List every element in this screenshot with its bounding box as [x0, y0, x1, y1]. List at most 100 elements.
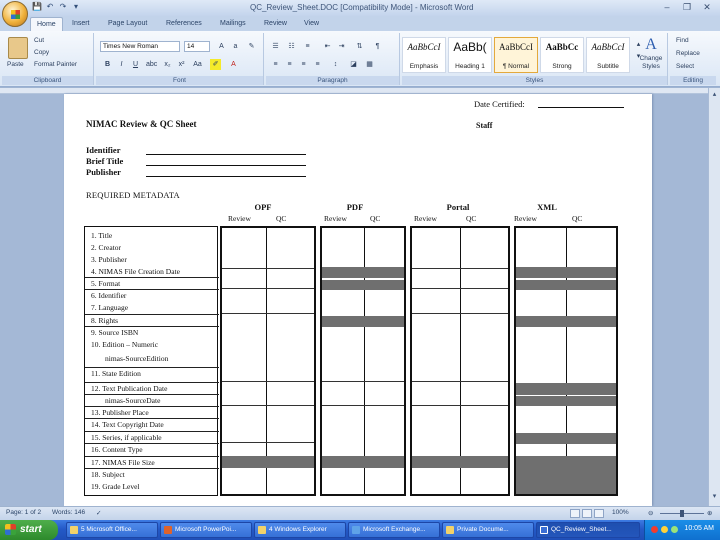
select-button[interactable]: Select [676, 63, 694, 70]
proofing-icon[interactable]: ✓ [96, 509, 101, 517]
copy-button[interactable]: Copy [34, 49, 49, 56]
find-button[interactable]: Find [676, 37, 689, 44]
increase-indent-icon[interactable]: ⇥ [336, 41, 347, 52]
paste-icon[interactable] [8, 37, 28, 59]
xml-cells[interactable] [514, 226, 618, 496]
change-styles-button[interactable]: A Change Styles [636, 35, 666, 71]
font-color-icon[interactable]: A [228, 59, 239, 70]
sort-icon[interactable]: ⇅ [354, 41, 365, 52]
taskbar-item-explorer[interactable]: 4 Windows Explorer [254, 522, 346, 538]
bold-button[interactable]: B [102, 59, 113, 70]
style-name: Subtitle [597, 63, 619, 70]
undo-icon[interactable]: ↶ [45, 2, 55, 12]
zoom-level[interactable]: 100% [612, 509, 629, 516]
taskbar-item-label: Microsoft PowerPoi... [175, 526, 237, 533]
clear-format-icon[interactable]: ✎ [246, 41, 257, 52]
full-screen-view-icon[interactable] [582, 509, 592, 518]
tab-review[interactable]: Review [258, 17, 293, 31]
paste-button[interactable]: Paste [7, 61, 24, 68]
zoom-slider-thumb[interactable] [680, 510, 684, 517]
subscript-icon[interactable]: x₂ [162, 59, 173, 70]
font-family-select[interactable]: Times New Roman [100, 41, 180, 52]
na-shaded-cell [516, 383, 616, 395]
style-heading-1[interactable]: AaBb( Heading 1 [448, 37, 492, 73]
shading-icon[interactable]: ◪ [348, 59, 359, 70]
office-button[interactable] [2, 1, 28, 27]
volume-icon[interactable] [671, 526, 678, 533]
tab-home[interactable]: Home [30, 17, 63, 31]
zoom-in-icon[interactable]: ⊕ [707, 509, 712, 517]
taskbar-item-office[interactable]: 5 Microsoft Office... [66, 522, 158, 538]
close-button[interactable]: ✕ [698, 1, 716, 14]
scroll-down-icon[interactable]: ▾ [709, 492, 720, 500]
justify-icon[interactable]: ≡ [312, 59, 323, 70]
editing-group-label: Editing [670, 76, 716, 85]
align-center-icon[interactable]: ≡ [284, 59, 295, 70]
font-size-select[interactable]: 14 [184, 41, 210, 52]
borders-icon[interactable]: ▦ [364, 59, 375, 70]
pdf-review-header: Review [324, 214, 347, 223]
save-icon[interactable]: 💾 [32, 2, 42, 12]
multilevel-list-icon[interactable]: ≡ [302, 41, 313, 52]
taskbar-item-label: Microsoft Exchange... [363, 526, 426, 533]
align-right-icon[interactable]: ≡ [298, 59, 309, 70]
redo-icon[interactable]: ↷ [58, 2, 68, 12]
shrink-font-icon[interactable]: a [230, 41, 241, 52]
tab-mailings[interactable]: Mailings [214, 17, 252, 31]
style-normal[interactable]: AaBbCcI ¶ Normal [494, 37, 538, 73]
zoom-out-icon[interactable]: ⊖ [648, 509, 653, 517]
web-layout-view-icon[interactable] [594, 509, 604, 518]
italic-button[interactable]: I [116, 59, 127, 70]
restore-button[interactable]: ❐ [678, 1, 696, 14]
quick-access-toolbar: 💾 ↶ ↷ ▾ [32, 2, 81, 12]
opf-cells[interactable] [220, 226, 316, 496]
title-bar: 💾 ↶ ↷ ▾ QC_Review_Sheet.DOC [Compatibili… [0, 0, 720, 27]
replace-button[interactable]: Replace [676, 50, 700, 57]
network-icon[interactable] [661, 526, 668, 533]
page-count[interactable]: Page: 1 of 2 [6, 509, 41, 516]
show-formatting-icon[interactable]: ¶ [372, 41, 383, 52]
decrease-indent-icon[interactable]: ⇤ [322, 41, 333, 52]
column-xml: XML [537, 202, 557, 212]
portal-cells[interactable] [410, 226, 510, 496]
taskbar-item-qc-review-sheet[interactable]: QC_Review_Sheet... [536, 522, 640, 538]
align-left-icon[interactable]: ≡ [270, 59, 281, 70]
style-emphasis[interactable]: AaBbCcI Emphasis [402, 37, 446, 73]
grow-font-icon[interactable]: A [216, 41, 227, 52]
style-subtitle[interactable]: AaBbCcI Subtitle [586, 37, 630, 73]
style-strong[interactable]: AaBbCc Strong [540, 37, 584, 73]
strikethrough-icon[interactable]: abc [146, 59, 157, 70]
cell-line [222, 268, 314, 269]
tab-view[interactable]: View [298, 17, 325, 31]
pdf-cells[interactable] [320, 226, 406, 496]
change-case-icon[interactable]: Aa [192, 59, 203, 70]
word-count[interactable]: Words: 146 [52, 509, 85, 516]
na-shaded-cell [322, 267, 404, 278]
vertical-scrollbar[interactable]: ▴ ▾ [708, 88, 720, 506]
print-layout-view-icon[interactable] [570, 509, 580, 518]
taskbar-item-label: 4 Windows Explorer [269, 526, 327, 533]
scroll-up-icon[interactable]: ▴ [709, 90, 720, 98]
line-spacing-icon[interactable]: ↕ [330, 59, 341, 70]
cut-button[interactable]: Cut [34, 37, 44, 44]
taskbar-item-private-documents[interactable]: Private Docume... [442, 522, 534, 538]
style-sample: AaBbCcI [499, 42, 533, 52]
numbering-icon[interactable]: ☷ [286, 41, 297, 52]
format-painter-button[interactable]: Format Painter [34, 61, 77, 68]
minimize-button[interactable]: – [658, 1, 676, 14]
row-divider [85, 326, 219, 327]
superscript-icon[interactable]: x² [176, 59, 187, 70]
start-button[interactable]: start [0, 520, 58, 540]
highlight-icon[interactable]: ✐ [210, 59, 221, 70]
taskbar-item-powerpoint[interactable]: Microsoft PowerPoi... [160, 522, 252, 538]
taskbar-item-exchange[interactable]: Microsoft Exchange... [348, 522, 440, 538]
customize-qat-icon[interactable]: ▾ [71, 2, 81, 12]
underline-button[interactable]: U [130, 59, 141, 70]
security-icon[interactable] [651, 526, 658, 533]
tab-insert[interactable]: Insert [66, 17, 96, 31]
tab-references[interactable]: References [160, 17, 208, 31]
tab-page-layout[interactable]: Page Layout [102, 17, 153, 31]
brief-title-line [146, 165, 306, 166]
na-shaded-cell [516, 433, 616, 444]
bullets-icon[interactable]: ☰ [270, 41, 281, 52]
